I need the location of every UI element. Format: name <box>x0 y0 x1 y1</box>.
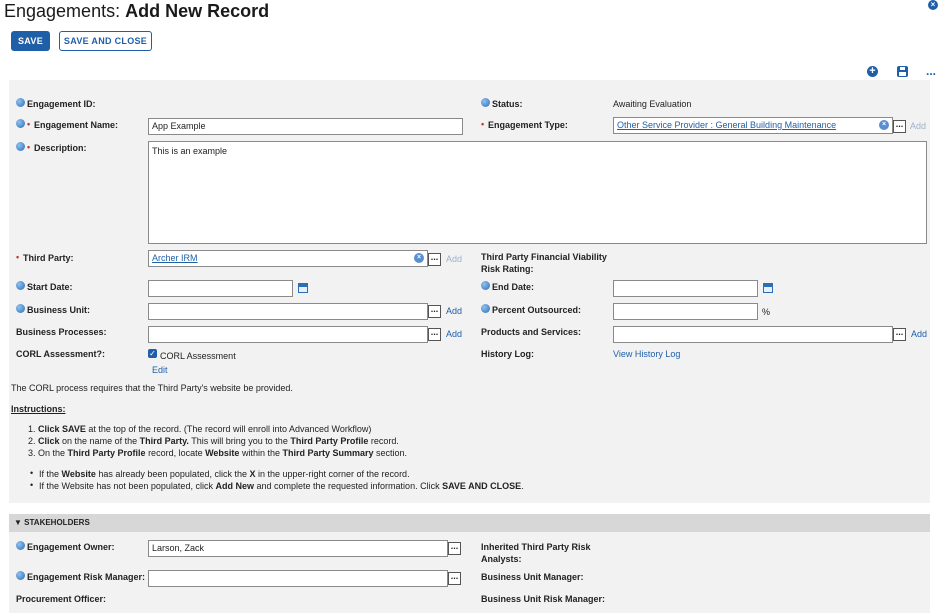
required-marker: • <box>16 252 20 262</box>
help-icon[interactable] <box>16 98 25 107</box>
description-textarea[interactable]: This is an example <box>148 141 927 244</box>
procurement-officer-label: Procurement Officer: <box>16 594 107 604</box>
tpfv-label-line1: Third Party Financial Viability <box>481 252 607 262</box>
view-history-log-link[interactable]: View History Log <box>613 349 680 359</box>
description-label: Description: <box>34 143 87 153</box>
inherited-analysts-label-line2: Analysts: <box>481 554 522 564</box>
engagement-name-label: Engagement Name: <box>34 120 119 130</box>
save-button[interactable]: SAVE <box>11 31 50 51</box>
collapse-toggle-icon[interactable]: ▼ <box>14 518 22 527</box>
products-services-label: Products and Services: <box>481 327 582 337</box>
stakeholders-section-header[interactable]: ▼ STAKEHOLDERS <box>9 514 930 532</box>
business-processes-label: Business Processes: <box>16 327 107 337</box>
required-marker: • <box>27 119 31 129</box>
instruction-bullet-2: If the Website has not been populated, c… <box>39 481 524 491</box>
more-icon[interactable]: ... <box>926 64 936 78</box>
status-value: Awaiting Evaluation <box>613 99 692 109</box>
page-title-main: Add New Record <box>125 1 270 21</box>
end-date-label: End Date: <box>492 282 535 292</box>
business-processes-input[interactable] <box>148 326 428 343</box>
inherited-analysts-label-line1: Inherited Third Party Risk <box>481 542 591 552</box>
percent-outsourced-label: Percent Outsourced: <box>492 305 582 315</box>
lookup-button[interactable]: ... <box>428 305 441 318</box>
add-link-disabled: Add <box>446 254 463 264</box>
business-unit-input[interactable] <box>148 303 428 320</box>
required-marker: • <box>481 119 485 129</box>
end-date-input[interactable] <box>613 280 758 297</box>
business-unit-manager-label: Business Unit Manager: <box>481 572 584 582</box>
page-title-prefix: Engagements: <box>4 1 121 21</box>
start-date-input[interactable] <box>148 280 293 297</box>
third-party-field[interactable]: Archer IRM <box>148 250 428 267</box>
engagement-risk-manager-label: Engagement Risk Manager: <box>27 572 146 582</box>
corl-assessment-checkbox[interactable]: ✓ <box>148 349 157 358</box>
help-icon[interactable] <box>16 541 25 550</box>
engagement-id-label: Engagement ID: <box>27 99 96 109</box>
engagement-type-label: Engagement Type: <box>488 120 568 130</box>
help-icon[interactable] <box>16 571 25 580</box>
business-unit-risk-manager-label: Business Unit Risk Manager: <box>481 594 606 604</box>
business-unit-label: Business Unit: <box>27 305 91 315</box>
edit-link[interactable]: Edit <box>152 365 168 375</box>
engagement-owner-label: Engagement Owner: <box>27 542 115 552</box>
percent-symbol: % <box>762 307 771 317</box>
instructions-heading: Instructions: <box>11 404 66 414</box>
add-link-disabled: Add <box>910 121 927 131</box>
lookup-button[interactable]: ... <box>893 328 906 341</box>
clear-icon[interactable]: × <box>879 120 889 130</box>
third-party-label: Third Party: <box>23 253 74 263</box>
engagement-type-link[interactable]: Other Service Provider : General Buildin… <box>617 120 836 130</box>
help-icon[interactable] <box>16 281 25 290</box>
engagement-type-field[interactable]: Other Service Provider : General Buildin… <box>613 117 893 134</box>
instruction-step-3: 3. On the Third Party Profile record, lo… <box>28 448 408 458</box>
percent-outsourced-input[interactable] <box>613 303 758 320</box>
third-party-link[interactable]: Archer IRM <box>152 253 198 263</box>
corl-assessment-checkbox-label: CORL Assessment <box>160 351 236 361</box>
save-and-close-button[interactable]: SAVE AND CLOSE <box>59 31 152 51</box>
lookup-button[interactable]: ... <box>893 120 906 133</box>
clear-icon[interactable]: × <box>414 253 424 263</box>
stakeholders-title: STAKEHOLDERS <box>24 518 90 527</box>
help-icon[interactable] <box>16 304 25 313</box>
close-icon[interactable]: × <box>928 0 938 10</box>
status-label: Status: <box>492 99 523 109</box>
help-icon[interactable] <box>481 281 490 290</box>
help-icon[interactable] <box>481 304 490 313</box>
lookup-button[interactable]: ... <box>428 253 441 266</box>
help-icon[interactable] <box>481 98 490 107</box>
engagement-name-input[interactable]: App Example <box>148 118 463 135</box>
required-marker: • <box>27 142 31 152</box>
lookup-button[interactable]: ... <box>448 572 461 585</box>
calendar-icon[interactable] <box>298 283 308 293</box>
engagement-risk-manager-input[interactable] <box>148 570 448 587</box>
add-link[interactable]: Add <box>446 329 462 339</box>
lookup-button[interactable]: ... <box>448 542 461 555</box>
engagement-owner-input[interactable]: Larson, Zack <box>148 540 448 557</box>
instruction-bullet-1: If the Website has already been populate… <box>39 469 410 479</box>
lookup-button[interactable]: ... <box>428 328 441 341</box>
products-services-input[interactable] <box>613 326 893 343</box>
instruction-step-1: 1. Click SAVE at the top of the record. … <box>28 424 372 434</box>
help-icon[interactable] <box>16 119 25 128</box>
add-circle-icon[interactable]: + <box>867 66 878 77</box>
corl-note: The CORL process requires that the Third… <box>11 383 293 393</box>
page-title: Engagements: Add New Record <box>4 1 269 22</box>
instruction-step-2: 2. Click on the name of the Third Party.… <box>28 436 399 446</box>
save-disk-icon[interactable] <box>897 66 908 77</box>
tpfv-label-line2: Risk Rating: <box>481 264 534 274</box>
add-link[interactable]: Add <box>446 306 462 316</box>
bullet: • <box>30 468 34 478</box>
add-link[interactable]: Add <box>911 329 927 339</box>
history-log-label: History Log: <box>481 349 534 359</box>
calendar-icon[interactable] <box>763 283 773 293</box>
help-icon[interactable] <box>16 142 25 151</box>
start-date-label: Start Date: <box>27 282 73 292</box>
corl-assessment-label: CORL Assessment?: <box>16 349 106 359</box>
bullet: • <box>30 480 34 490</box>
